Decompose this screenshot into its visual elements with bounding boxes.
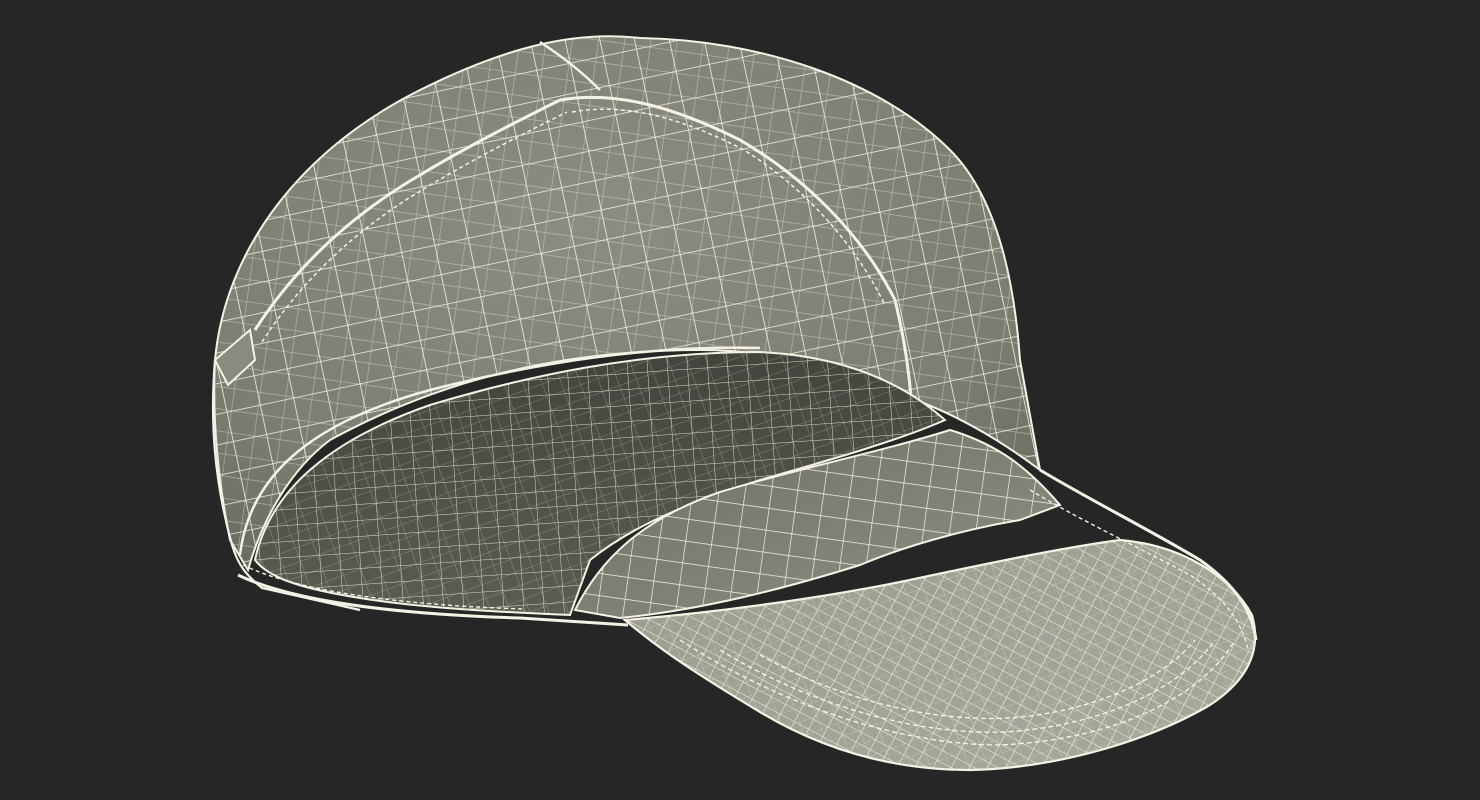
cap-wireframe-render [211, 35, 1258, 772]
render-viewport [0, 0, 1480, 800]
